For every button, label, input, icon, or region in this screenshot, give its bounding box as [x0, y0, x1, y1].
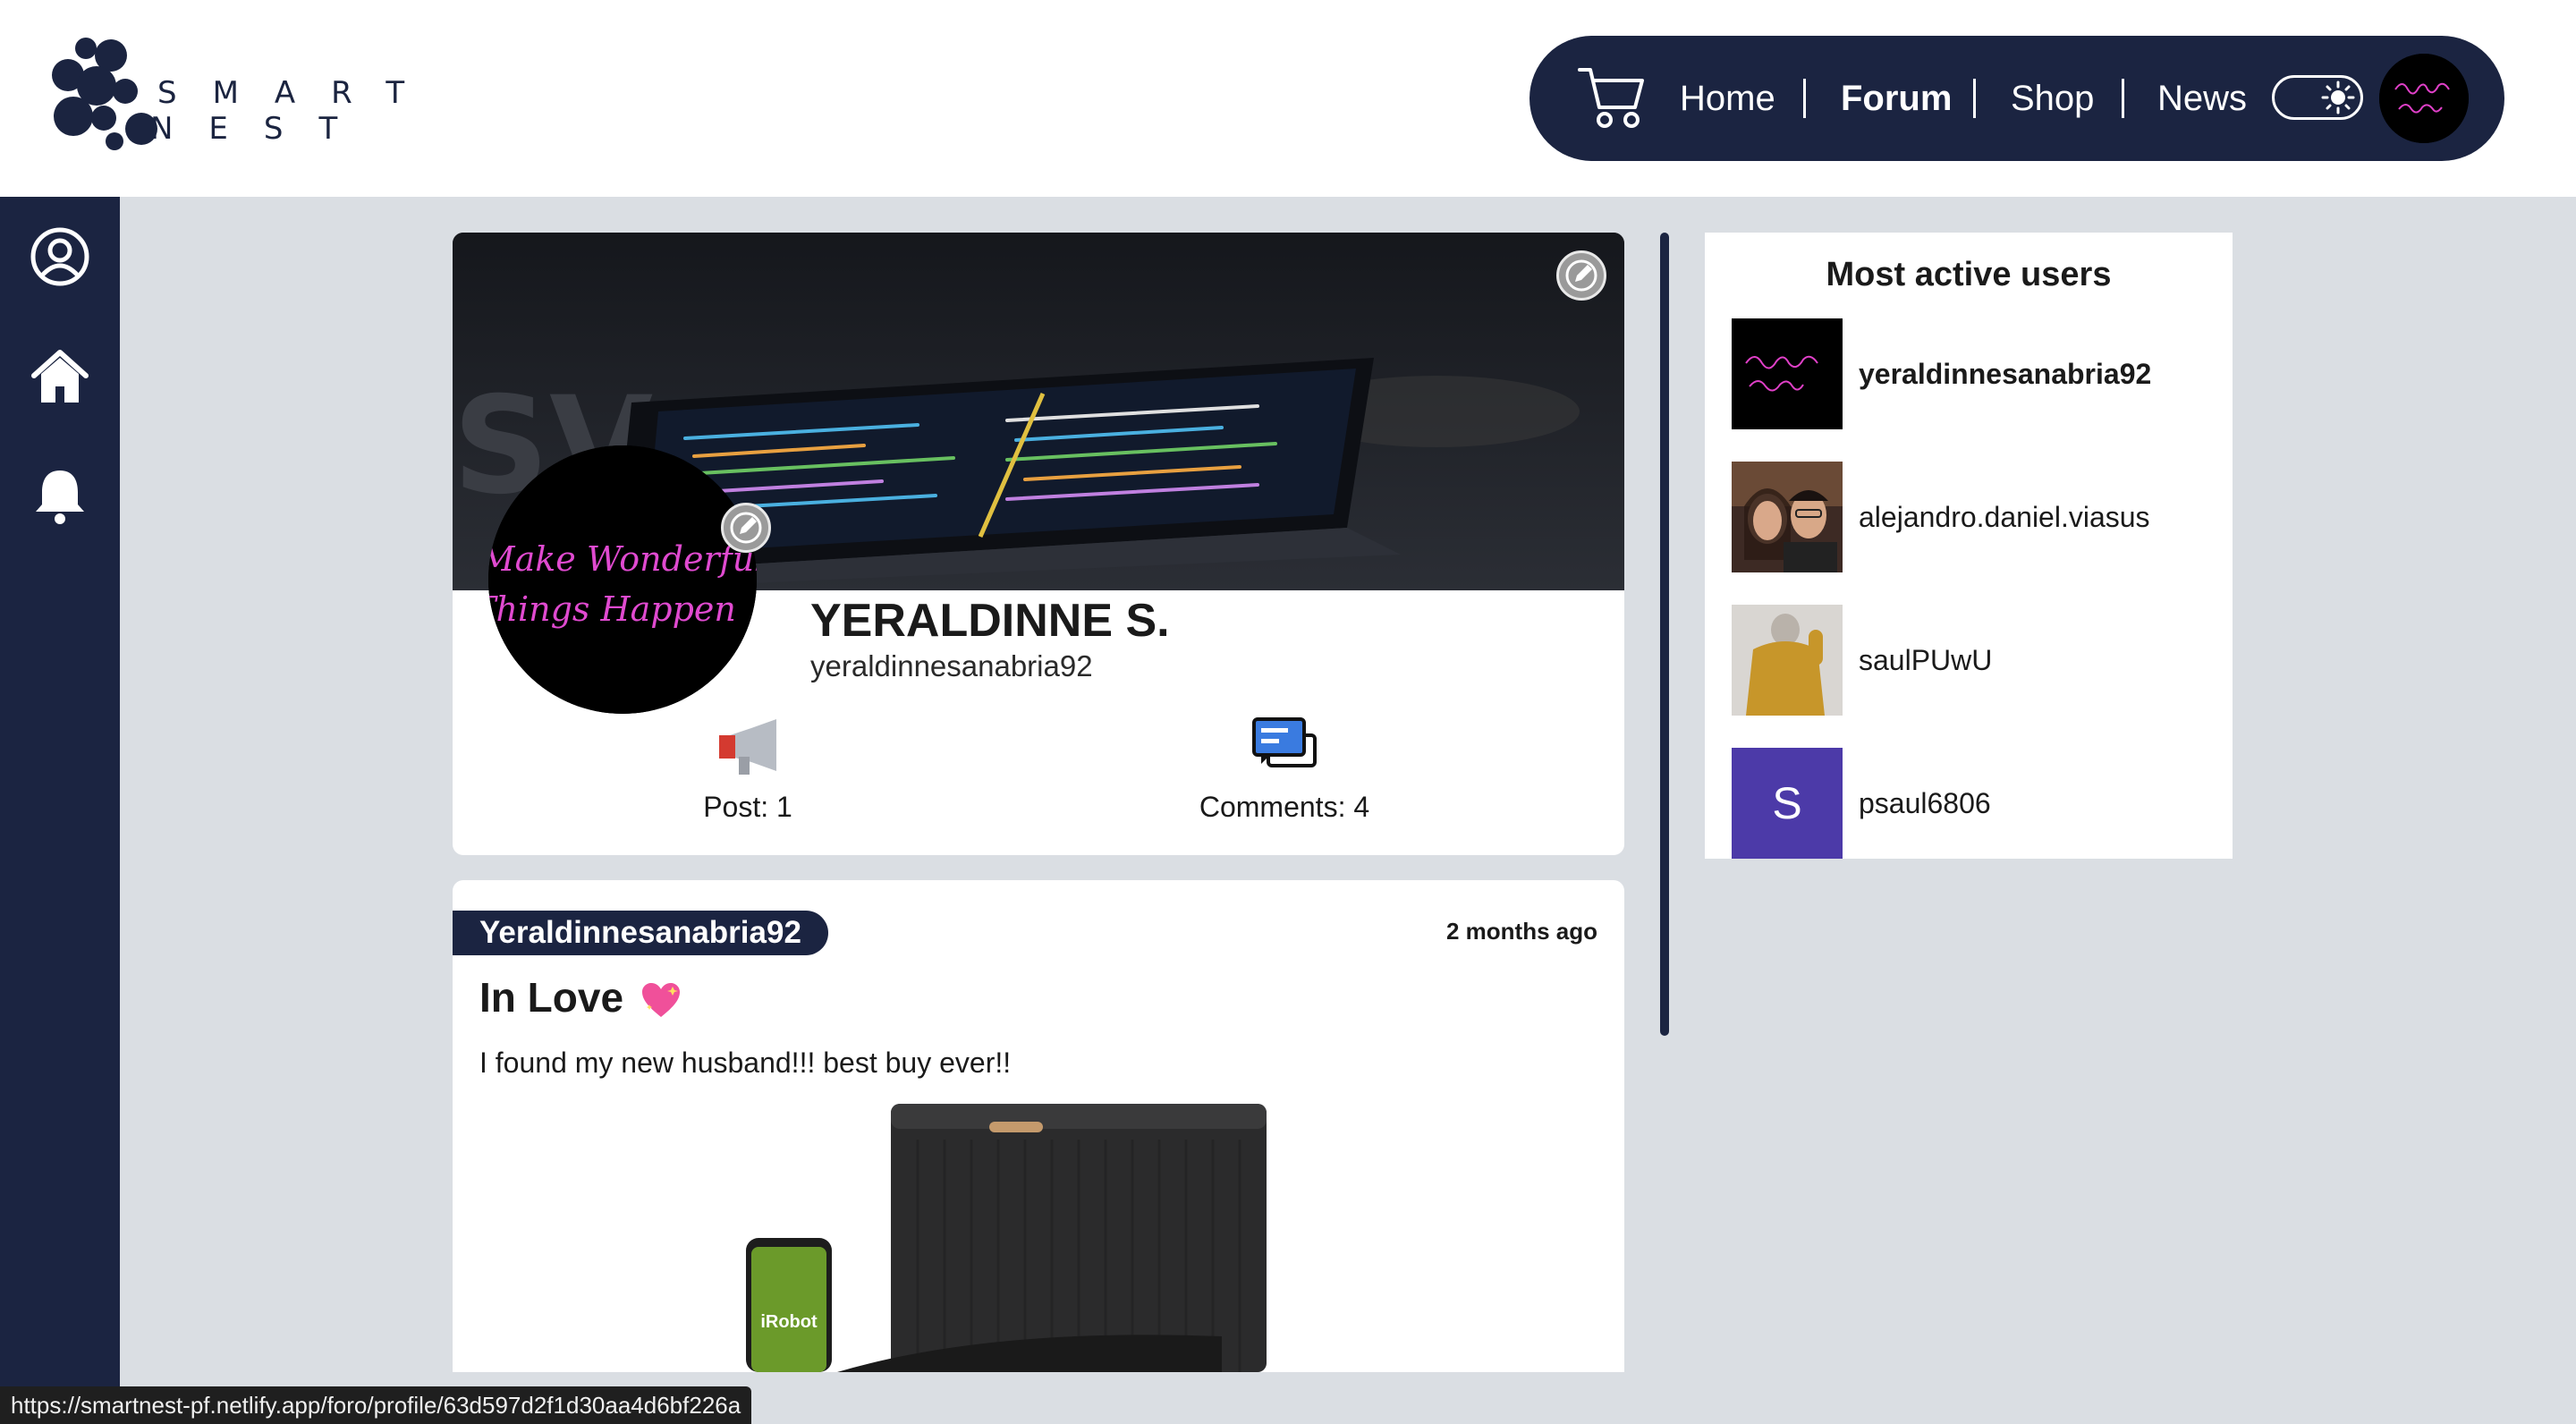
logo-wordmark: SMART NEST — [150, 75, 441, 147]
edit-avatar-button[interactable] — [721, 503, 771, 553]
neon-sign-image — [1732, 318, 1843, 429]
nav-home[interactable]: Home — [1680, 36, 1775, 161]
user-avatar — [1732, 605, 1843, 716]
logo-word-smart: SMART — [157, 75, 441, 111]
person-yellow-sweater-image — [1732, 605, 1843, 716]
edit-icon — [1565, 259, 1597, 292]
post-card[interactable]: Yeraldinnesanabria92 2 months ago In Lov… — [453, 880, 1624, 1372]
user-name: saulPUwU — [1859, 644, 1993, 676]
post-author-badge[interactable]: Yeraldinnesanabria92 — [453, 911, 828, 955]
neon-sign-image: Make Wonderful Things Happen — [488, 445, 757, 714]
posts-stat: Post: 1 — [694, 716, 801, 824]
user-avatar: S — [1732, 748, 1843, 859]
user-avatar — [1732, 318, 1843, 429]
sun-icon — [2321, 81, 2355, 114]
content-divider — [1660, 233, 1669, 1036]
profile-avatar: Make Wonderful Things Happen — [488, 445, 757, 714]
smartnest-logo[interactable]: SMART NEST — [52, 36, 419, 152]
svg-text:Make Wonderful: Make Wonderful — [488, 539, 757, 579]
svg-text:Things Happen: Things Happen — [488, 589, 736, 629]
nav-shop[interactable]: Shop — [2011, 36, 2094, 161]
cart-icon[interactable] — [1576, 61, 1648, 132]
neon-sign-image — [2379, 54, 2469, 143]
edit-banner-button[interactable] — [1556, 250, 1606, 301]
logo-word-nest: NEST — [150, 111, 374, 147]
comments-stat: Comments: 4 — [1195, 716, 1374, 824]
main-nav: Home Forum Shop News — [1530, 36, 2504, 161]
post-title-text: In Love — [479, 974, 624, 1021]
left-sidebar — [0, 197, 120, 1424]
user-name: psaul6806 — [1859, 787, 1991, 819]
post-timestamp: 2 months ago — [1445, 918, 1597, 945]
chat-bubbles-icon — [1252, 717, 1317, 767]
active-user-item[interactable]: S psaul6806 — [1732, 748, 2215, 859]
user-name: yeraldinnesanabria92 — [1859, 358, 2152, 390]
sparkling-heart-icon — [641, 982, 680, 1017]
nav-divider — [2122, 79, 2124, 118]
panel-title: Most active users — [1826, 256, 2112, 293]
user-avatar — [1732, 462, 1843, 572]
edit-icon — [730, 512, 762, 544]
active-user-item[interactable]: yeraldinnesanabria92 — [1732, 318, 2215, 429]
couple-photo-image — [1732, 462, 1843, 572]
user-initial-avatar: S — [1732, 748, 1843, 859]
theme-toggle[interactable] — [2272, 75, 2363, 120]
link-status-url: https://smartnest-pf.netlify.app/foro/pr… — [0, 1386, 752, 1424]
nav-news[interactable]: News — [2157, 36, 2247, 161]
user-name: alejandro.daniel.viasus — [1859, 501, 2150, 533]
nav-divider — [1803, 79, 1806, 118]
bell-icon[interactable] — [29, 465, 91, 528]
posts-count: Post: 1 — [703, 791, 792, 823]
most-active-users-panel: Most active users yeraldinnesanabria92 a… — [1705, 233, 2233, 859]
home-icon[interactable] — [29, 345, 91, 408]
profile-card: SV Make Wonderful Things Happen YERALDIN… — [453, 233, 1624, 855]
profile-name: YERALDINNE S. — [810, 595, 1170, 647]
active-user-item[interactable]: alejandro.daniel.viasus — [1732, 462, 2215, 572]
irobot-logo-text: iRobot — [760, 1312, 818, 1332]
comments-count: Comments: 4 — [1199, 791, 1370, 823]
active-user-item[interactable]: saulPUwU — [1732, 605, 2215, 716]
user-avatar[interactable] — [2379, 54, 2469, 143]
nav-divider — [1973, 79, 1976, 118]
user-circle-icon[interactable] — [29, 225, 91, 288]
post-body: I found my new husband!!! best buy ever!… — [479, 1047, 1012, 1079]
megaphone-icon — [719, 719, 776, 775]
top-header: SMART NEST Home Forum Shop News — [0, 0, 2576, 197]
profile-handle: yeraldinnesanabria92 — [810, 649, 1093, 682]
nav-forum[interactable]: Forum — [1841, 36, 1952, 161]
post-title: In Love — [479, 973, 682, 1021]
robot-vacuum-image: iRobot — [746, 1104, 1267, 1372]
